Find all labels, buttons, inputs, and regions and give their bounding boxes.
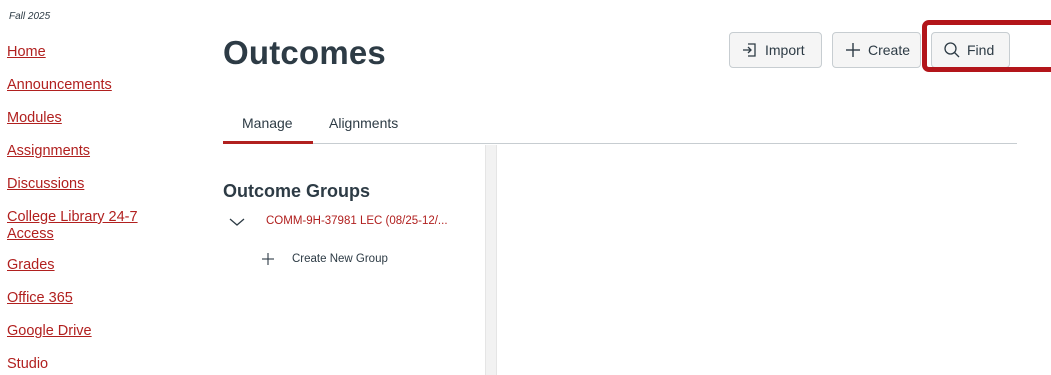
plus-icon	[844, 41, 862, 59]
sidebar-item-studio[interactable]: Studio	[7, 356, 197, 373]
tab-alignments[interactable]: Alignments	[329, 115, 398, 131]
create-new-group-label: Create New Group	[292, 253, 388, 265]
import-icon	[741, 41, 759, 59]
sidebar-item-discussions[interactable]: Discussions	[7, 176, 197, 193]
panel-resize-handle[interactable]	[485, 145, 497, 375]
create-new-group-button[interactable]: Create New Group	[261, 252, 388, 266]
outcomes-toolbar: Import Create Find	[729, 32, 1010, 68]
sidebar-item-announcements[interactable]: Announcements	[7, 77, 197, 94]
sidebar-item-assignments[interactable]: Assignments	[7, 143, 197, 160]
sidebar-item-modules[interactable]: Modules	[7, 110, 197, 127]
outcomes-tabs: Manage Alignments	[223, 106, 1017, 144]
outcome-groups-panel: Outcome Groups COMM-9H-37981 LEC (08/25-…	[223, 145, 483, 375]
term-label: Fall 2025	[9, 11, 51, 22]
create-label: Create	[868, 42, 911, 58]
outcome-group-item[interactable]: COMM-9H-37981 LEC (08/25-12/...	[228, 215, 448, 227]
sidebar-item-home[interactable]: Home	[7, 44, 197, 61]
outcome-groups-title: Outcome Groups	[223, 181, 371, 201]
import-label: Import	[765, 42, 805, 58]
search-icon	[943, 41, 961, 59]
find-label: Find	[967, 42, 995, 58]
import-button[interactable]: Import	[729, 32, 822, 68]
plus-icon	[261, 252, 275, 266]
sidebar-item-college-library[interactable]: College Library 24-7 Access	[7, 209, 157, 243]
tab-manage[interactable]: Manage	[242, 115, 293, 131]
sidebar-item-office-365[interactable]: Office 365	[7, 290, 197, 307]
find-button[interactable]: Find	[931, 32, 1010, 68]
course-navigation: Home Announcements Modules Assignments D…	[7, 44, 197, 375]
selected-tab-indicator	[223, 141, 313, 144]
outcome-group-name[interactable]: COMM-9H-37981 LEC (08/25-12/...	[266, 215, 448, 227]
sidebar-item-google-drive[interactable]: Google Drive	[7, 323, 197, 340]
chevron-down-icon[interactable]	[228, 215, 246, 227]
page-title: Outcomes	[223, 34, 386, 71]
sidebar-item-grades[interactable]: Grades	[7, 257, 197, 274]
create-button[interactable]: Create	[832, 32, 921, 68]
